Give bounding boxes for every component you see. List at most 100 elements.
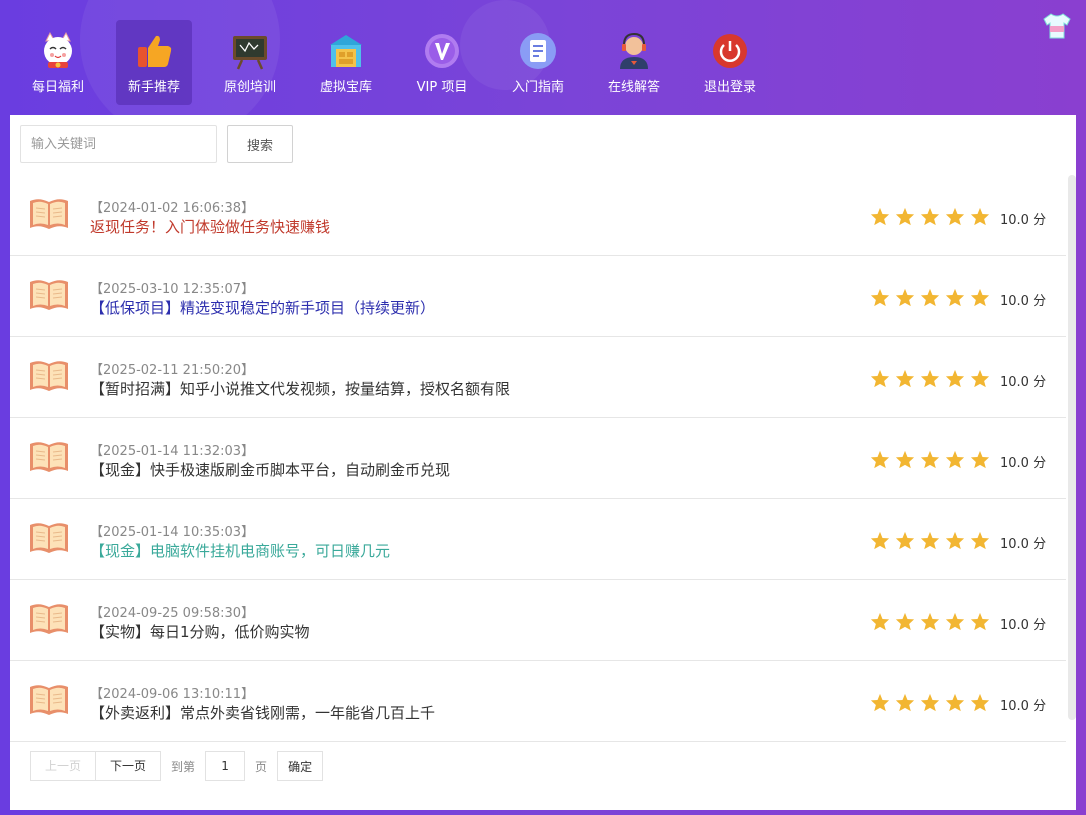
vip-icon: [422, 31, 462, 71]
item-score: 10.0 分: [1000, 294, 1047, 309]
open-book-icon: [28, 278, 70, 312]
lucky-cat-icon: [38, 31, 78, 71]
top-nav: 每日福利 新手推荐 原创培训 虚拟宝库 VIP 项目 入门指南 在线解答 退出登…: [20, 20, 788, 105]
star-icon: [970, 531, 990, 550]
search-button[interactable]: 搜索: [227, 125, 293, 163]
page-suffix-label: 页: [255, 759, 268, 774]
item-score: 10.0 分: [1000, 375, 1047, 390]
star-icon: [895, 612, 915, 631]
star-icon: [895, 288, 915, 307]
list-item[interactable]: 【2025-03-10 12:35:07】 【低保项目】精选变现稳定的新手项目（持…: [10, 256, 1066, 337]
open-book-icon: [28, 359, 70, 393]
open-book-icon: [28, 602, 70, 636]
nav-item-logout[interactable]: 退出登录: [692, 20, 768, 105]
item-date: 【2025-01-14 10:35:03】: [90, 525, 255, 540]
star-icon: [970, 612, 990, 631]
star-icon: [870, 531, 890, 550]
star-icon: [945, 288, 965, 307]
rating-stars: [870, 207, 995, 226]
rating-stars: [870, 612, 995, 631]
item-score: 10.0 分: [1000, 699, 1047, 714]
thumbs-up-icon: [134, 31, 174, 71]
star-icon: [945, 450, 965, 469]
nav-item-online-answers[interactable]: 在线解答: [596, 20, 672, 105]
item-title[interactable]: 【低保项目】精选变现稳定的新手项目（持续更新）: [90, 297, 435, 318]
item-date: 【2024-09-06 13:10:11】: [90, 687, 255, 702]
star-icon: [920, 693, 940, 712]
item-title[interactable]: 【外卖返利】常点外卖省钱刚需，一年能省几百上千: [90, 702, 435, 723]
star-icon: [920, 207, 940, 226]
nav-label: 入门指南: [511, 80, 564, 95]
star-icon: [920, 450, 940, 469]
rating-stars: [870, 450, 995, 469]
nav-item-getting-started[interactable]: 入门指南: [500, 20, 576, 105]
list-item[interactable]: 【2024-09-25 09:58:30】 【实物】每日1分购，低价购实物 10.0…: [10, 580, 1066, 661]
item-title[interactable]: 【实物】每日1分购，低价购实物: [90, 621, 310, 642]
nav-item-daily-welfare[interactable]: 每日福利: [20, 20, 96, 105]
open-book-icon: [28, 683, 70, 717]
star-icon: [945, 612, 965, 631]
nav-label: VIP 项目: [416, 80, 468, 95]
next-page-button[interactable]: 下一页: [96, 751, 162, 781]
star-icon: [870, 369, 890, 388]
star-icon: [970, 369, 990, 388]
list-item[interactable]: 【2025-02-11 21:50:20】 【暂时招满】知乎小说推文代发视频，按量…: [10, 337, 1066, 418]
star-icon: [870, 450, 890, 469]
open-book-icon: [28, 521, 70, 555]
tshirt-icon[interactable]: [1042, 12, 1072, 40]
star-icon: [895, 693, 915, 712]
star-icon: [945, 207, 965, 226]
star-icon: [920, 288, 940, 307]
rating-stars: [870, 369, 995, 388]
list-item[interactable]: 【2025-01-14 11:32:03】 【现金】快手极速版刷金币脚本平台，自动…: [10, 418, 1066, 499]
blackboard-icon: [230, 31, 270, 71]
nav-item-virtual-vault[interactable]: 虚拟宝库: [308, 20, 384, 105]
star-icon: [895, 450, 915, 469]
page-number-input[interactable]: [205, 751, 246, 781]
nav-label: 每日福利: [31, 80, 84, 95]
search-bar: 搜索: [20, 125, 293, 163]
star-icon: [970, 288, 990, 307]
star-icon: [895, 207, 915, 226]
open-book-icon: [28, 197, 70, 231]
nav-label: 原创培训: [223, 80, 276, 95]
star-icon: [895, 369, 915, 388]
list-item[interactable]: 【2024-01-02 16:06:38】 返现任务！入门体验做任务快速赚钱 10.…: [10, 175, 1066, 256]
item-date: 【2024-01-02 16:06:38】: [90, 201, 255, 216]
nav-item-vip-project[interactable]: VIP 项目: [404, 20, 480, 105]
rating-stars: [870, 288, 995, 307]
search-input[interactable]: [20, 125, 217, 163]
rating-stars: [870, 531, 995, 550]
nav-label: 虚拟宝库: [319, 80, 372, 95]
star-icon: [870, 612, 890, 631]
document-icon: [518, 31, 558, 71]
item-title[interactable]: 【现金】快手极速版刷金币脚本平台，自动刷金币兑现: [90, 459, 450, 480]
star-icon: [970, 693, 990, 712]
confirm-page-button[interactable]: 确定: [277, 751, 324, 781]
nav-item-beginner-recommend[interactable]: 新手推荐: [116, 20, 192, 105]
star-icon: [895, 531, 915, 550]
nav-label: 退出登录: [703, 80, 756, 95]
star-icon: [870, 693, 890, 712]
star-icon: [870, 288, 890, 307]
item-title[interactable]: 返现任务！入门体验做任务快速赚钱: [90, 216, 330, 237]
treasure-vault-icon: [326, 31, 366, 71]
nav-label: 新手推荐: [127, 80, 180, 95]
power-icon: [710, 31, 750, 71]
scrollbar[interactable]: [1068, 175, 1076, 720]
nav-item-original-training[interactable]: 原创培训: [212, 20, 288, 105]
item-title[interactable]: 【现金】电脑软件挂机电商账号，可日赚几元: [90, 540, 390, 561]
item-score: 10.0 分: [1000, 456, 1047, 471]
item-date: 【2025-02-11 21:50:20】: [90, 363, 255, 378]
rating-stars: [870, 693, 995, 712]
list-item[interactable]: 【2024-09-06 13:10:11】 【外卖返利】常点外卖省钱刚需，一年能省…: [10, 661, 1066, 742]
star-icon: [945, 531, 965, 550]
list-item[interactable]: 【2025-01-14 10:35:03】 【现金】电脑软件挂机电商账号，可日赚几…: [10, 499, 1066, 580]
nav-label: 在线解答: [607, 80, 660, 95]
item-title[interactable]: 【暂时招满】知乎小说推文代发视频，按量结算，授权名额有限: [90, 378, 510, 399]
star-icon: [920, 369, 940, 388]
item-date: 【2025-01-14 11:32:03】: [90, 444, 255, 459]
item-score: 10.0 分: [1000, 213, 1047, 228]
support-agent-icon: [614, 31, 654, 71]
prev-page-button[interactable]: 上一页: [30, 751, 97, 781]
